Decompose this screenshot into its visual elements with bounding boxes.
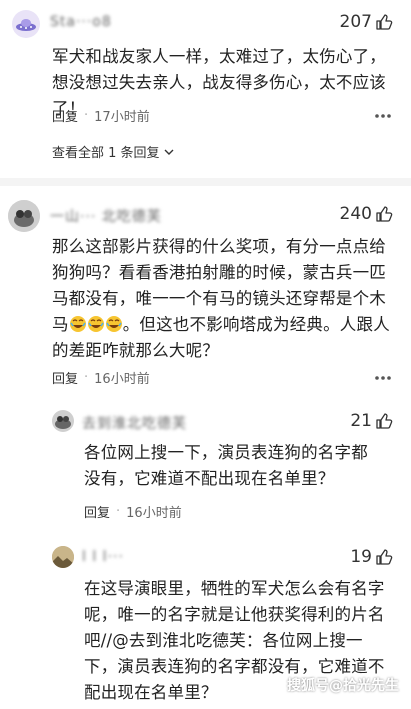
watermark: 搜狐号@拾光先生 bbox=[287, 675, 399, 695]
laughing-emoji-icon bbox=[87, 315, 105, 333]
chevron-down-icon bbox=[164, 149, 174, 155]
animal-avatar-icon bbox=[55, 416, 71, 429]
timestamp: 16小时前 bbox=[94, 372, 150, 387]
reply-button[interactable]: 回复 bbox=[84, 502, 110, 521]
view-all-replies[interactable]: 查看全部 1 条回复 bbox=[52, 142, 175, 161]
timestamp: 16小时前 bbox=[126, 506, 182, 521]
username[interactable]: Sta···o8 bbox=[50, 14, 112, 30]
comment-meta: 回复 · 17小时前 bbox=[52, 106, 150, 125]
divider bbox=[0, 178, 411, 186]
comment-meta: 回复 · 16小时前 bbox=[52, 368, 150, 387]
like-button[interactable]: 19 bbox=[350, 547, 393, 567]
comment-text: 那么这部影片获得的什么奖项，有分一点点给狗狗吗？看看香港拍射雕的时候，蒙古兵一匹… bbox=[52, 234, 398, 364]
like-button[interactable]: 240 bbox=[340, 204, 393, 224]
comment-2: 一山··· 北吃德芙 240 那么这部影片获得的什么奖项，有分一点点给狗狗吗？看… bbox=[0, 186, 411, 396]
thumbs-up-icon bbox=[376, 549, 393, 565]
avatar[interactable] bbox=[8, 200, 40, 232]
reply-button[interactable]: 回复 bbox=[52, 106, 78, 125]
reply-button[interactable]: 回复 bbox=[52, 368, 78, 387]
laughing-emoji-icon bbox=[105, 315, 123, 333]
thumbs-up-icon bbox=[376, 413, 393, 429]
thumbs-up-icon bbox=[376, 14, 393, 30]
timestamp: 17小时前 bbox=[94, 110, 150, 125]
username[interactable]: l l l··· bbox=[82, 549, 124, 565]
watermark-text: 搜狐号@拾光先生 bbox=[287, 678, 399, 694]
avatar[interactable] bbox=[52, 546, 74, 568]
meta-separator: · bbox=[84, 108, 89, 123]
like-count: 19 bbox=[350, 547, 372, 567]
comment-meta: 回复 · 16小时前 bbox=[84, 502, 182, 521]
like-count: 240 bbox=[339, 204, 372, 224]
landscape-avatar-icon bbox=[52, 546, 74, 568]
avatar[interactable] bbox=[12, 10, 40, 38]
ufo-avatar-icon bbox=[16, 19, 36, 31]
view-all-label: 查看全部 1 条回复 bbox=[52, 146, 160, 161]
more-options-icon[interactable] bbox=[373, 106, 393, 126]
comment-1: Sta···o8 207 军犬和战友家人一样，太难过了，太伤心了，想没想过失去亲… bbox=[0, 0, 411, 170]
meta-separator: · bbox=[116, 504, 121, 519]
animal-avatar-icon bbox=[8, 200, 40, 232]
thumbs-up-icon bbox=[376, 206, 393, 222]
like-count: 21 bbox=[350, 411, 372, 431]
username[interactable]: 去到淮北吃德芙 bbox=[82, 413, 187, 433]
avatar[interactable] bbox=[52, 410, 74, 432]
meta-separator: · bbox=[84, 370, 89, 385]
comment-text: 各位网上搜一下，演员表连狗的名字都没有，它难道不配出现在名单里？ bbox=[84, 443, 368, 488]
like-button[interactable]: 207 bbox=[340, 12, 393, 32]
reply-1: 去到淮北吃德芙 21 各位网上搜一下，演员表连狗的名字都没有，它难道不配出现在名… bbox=[0, 400, 411, 528]
more-options-icon[interactable] bbox=[373, 368, 393, 388]
like-button[interactable]: 21 bbox=[350, 411, 393, 431]
username[interactable]: 一山··· 北吃德芙 bbox=[50, 206, 162, 226]
like-count: 207 bbox=[339, 12, 372, 32]
laughing-emoji-icon bbox=[69, 315, 87, 333]
